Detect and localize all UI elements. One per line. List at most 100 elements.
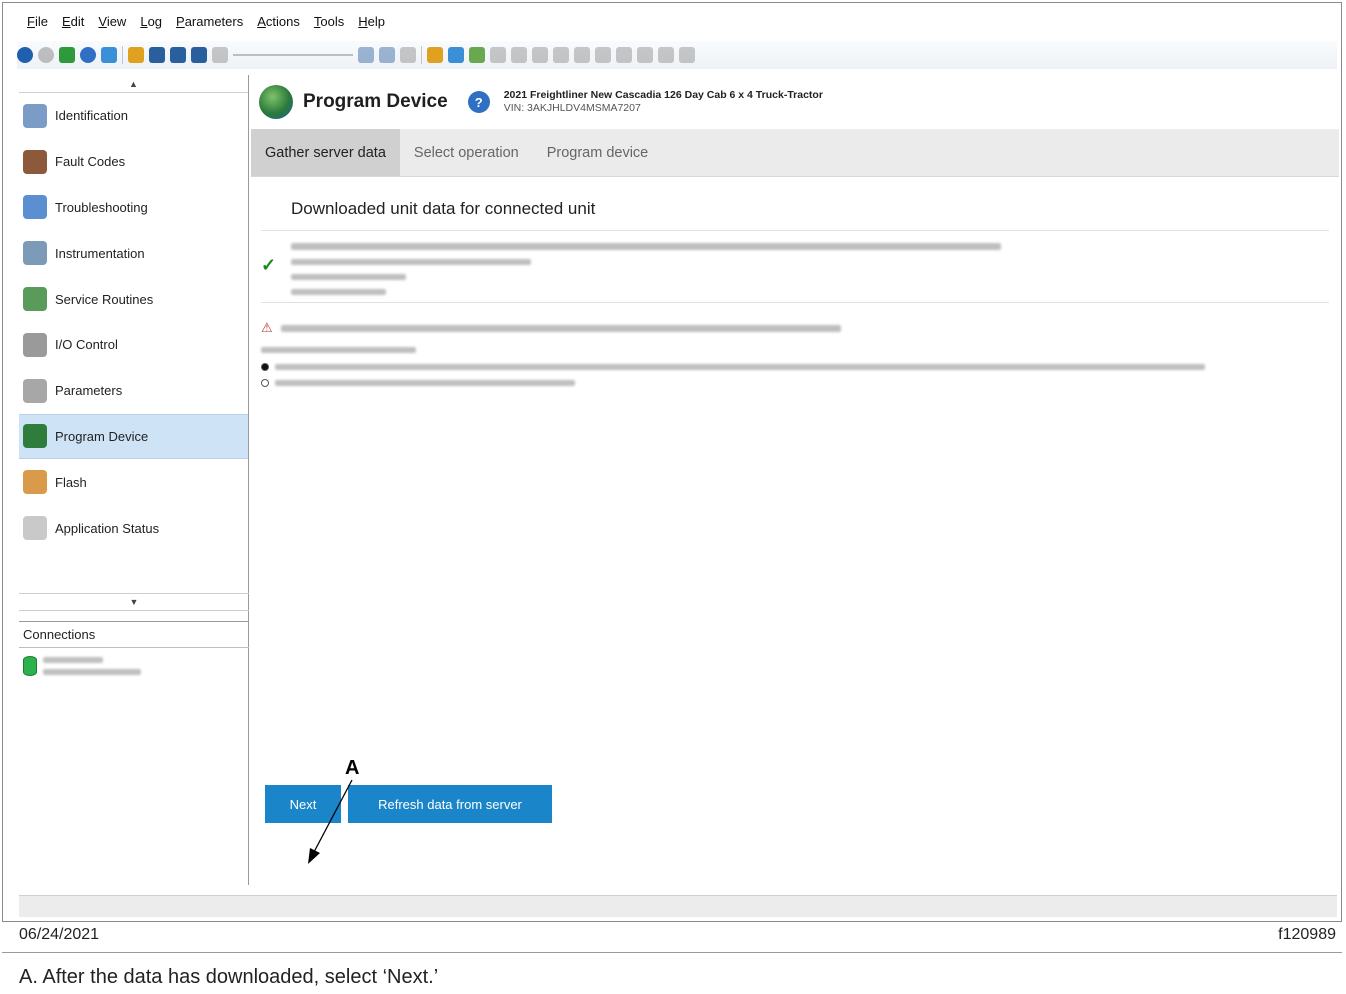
print-icon[interactable] (490, 47, 506, 63)
filter-icon[interactable] (595, 47, 611, 63)
paste-icon[interactable] (553, 47, 569, 63)
redacted-text (280, 324, 841, 332)
record-icon[interactable] (128, 47, 144, 63)
caption-divider (2, 952, 1342, 953)
radio-option-1[interactable] (261, 363, 269, 371)
sidebar-item-i-o-control[interactable]: I/O Control (19, 322, 248, 368)
annotation-letter: A (345, 757, 360, 779)
sidebar-item-instrumentation[interactable]: Instrumentation (19, 230, 248, 276)
menu-log[interactable]: Log (140, 14, 162, 29)
redacted-text (291, 289, 386, 295)
rewind-icon[interactable] (212, 47, 228, 63)
redacted-text (43, 669, 141, 675)
sidebar-item-program-device[interactable]: Program Device (19, 413, 248, 460)
sidebar-item-application-status[interactable]: Application Status (19, 505, 248, 551)
vehicle-name: 2021 Freightliner New Cascadia 126 Day C… (503, 89, 823, 101)
stop-icon[interactable] (170, 47, 186, 63)
back-icon[interactable] (17, 47, 33, 63)
undo-icon[interactable] (574, 47, 590, 63)
sidebar-item-service-routines[interactable]: Service Routines (19, 276, 248, 322)
sidebar-item-label: Service Routines (55, 291, 154, 307)
flash-hand-icon (23, 470, 47, 495)
search-icon[interactable] (637, 47, 653, 63)
swap-icon[interactable] (616, 47, 632, 63)
compare-icon[interactable] (658, 47, 674, 63)
menu-parameters[interactable]: Parameters (176, 14, 243, 29)
menu-edit[interactable]: Edit (62, 14, 84, 29)
figure-code: f120989 (1278, 926, 1336, 943)
next-button[interactable]: Next (265, 785, 341, 823)
toolbar (17, 41, 1337, 69)
globe-icon[interactable] (80, 47, 96, 63)
sidebar-item-flash[interactable]: Flash (19, 459, 248, 505)
connections-panel: Connections (19, 621, 249, 885)
warning-row: ⚠ (261, 313, 1329, 343)
database-icon (23, 656, 37, 676)
flag-icon[interactable] (427, 47, 443, 63)
unit-data-row: ✓ (261, 231, 1329, 303)
option-row[interactable] (261, 377, 1329, 389)
menu-view[interactable]: View (98, 14, 126, 29)
skip-start-icon[interactable] (191, 47, 207, 63)
figure-date: 06/24/2021 (19, 926, 100, 943)
sidebar-item-label: Instrumentation (55, 245, 145, 261)
menu-file[interactable]: File (27, 14, 48, 29)
menu-tools[interactable]: Tools (314, 14, 344, 29)
menu-help[interactable]: Help (358, 14, 385, 29)
redacted-text (43, 657, 103, 663)
redacted-text (275, 364, 1205, 370)
sidebar-item-label: Parameters (55, 383, 123, 399)
settings-icon[interactable] (679, 47, 695, 63)
download-icon[interactable] (101, 47, 117, 63)
sidebar-item-label: Application Status (55, 520, 160, 536)
playback-slider[interactable] (233, 54, 353, 56)
fast-forward-icon[interactable] (358, 47, 374, 63)
sidebar-item-fault-codes[interactable]: Fault Codes (19, 139, 248, 185)
page-header: Program Device ? 2021 Freightliner New C… (251, 75, 1339, 129)
content-area: Downloaded unit data for connected unit … (251, 187, 1339, 389)
sidebar-scroll-up-button[interactable]: ▲ (19, 75, 248, 93)
sidebar-item-label: Identification (55, 108, 128, 124)
connection-item[interactable] (19, 648, 249, 682)
sidebar-item-identification[interactable]: Identification (19, 93, 248, 139)
refresh-data-button[interactable]: Refresh data from server (348, 785, 552, 823)
sidebar-item-parameters[interactable]: Parameters (19, 368, 248, 414)
step-icon[interactable] (400, 47, 416, 63)
sidebar-nav-list: Identification Fault Codes Troubleshooting… (19, 93, 248, 551)
sidebar-item-troubleshooting[interactable]: Troubleshooting (19, 185, 248, 231)
redacted-text (291, 243, 1001, 250)
forward-icon[interactable] (38, 47, 54, 63)
warning-icon: ⚠ (261, 320, 273, 335)
connections-header: Connections (19, 622, 249, 648)
sidebar-scroll-down-button[interactable]: ▼ (19, 593, 249, 611)
menu-actions[interactable]: Actions (257, 14, 300, 29)
tab-program-device[interactable]: Program device (533, 129, 663, 176)
program-icon[interactable] (469, 47, 485, 63)
vehicle-info: 2021 Freightliner New Cascadia 126 Day C… (504, 89, 823, 115)
play-icon[interactable] (149, 47, 165, 63)
copy-icon[interactable] (532, 47, 548, 63)
io-gear-icon (23, 332, 47, 357)
sidebar-item-label: Flash (55, 474, 87, 490)
check-icon: ✓ (261, 255, 277, 275)
redacted-text (275, 380, 575, 386)
status-icon (23, 516, 47, 541)
tab-select-operation[interactable]: Select operation (400, 129, 533, 176)
figure-caption: A. After the data has downloaded, select… (19, 966, 439, 988)
globe-program-icon (23, 424, 47, 449)
export-icon[interactable] (448, 47, 464, 63)
status-bar (19, 895, 1337, 917)
radio-option-2[interactable] (261, 379, 269, 387)
sidebar-item-label: I/O Control (55, 337, 118, 353)
connect-icon[interactable] (59, 47, 75, 63)
tab-gather-server-data[interactable]: Gather server data (251, 129, 400, 176)
option-row[interactable] (261, 361, 1329, 373)
help-icon[interactable]: ? (467, 91, 490, 113)
skip-end-icon[interactable] (379, 47, 395, 63)
redacted-text (291, 274, 406, 280)
add-icon[interactable] (511, 47, 527, 63)
downloaded-title: Downloaded unit data for connected unit (261, 187, 1329, 231)
pencil-icon (23, 378, 47, 403)
globe-program-icon (259, 85, 293, 119)
id-card-icon (23, 103, 47, 128)
